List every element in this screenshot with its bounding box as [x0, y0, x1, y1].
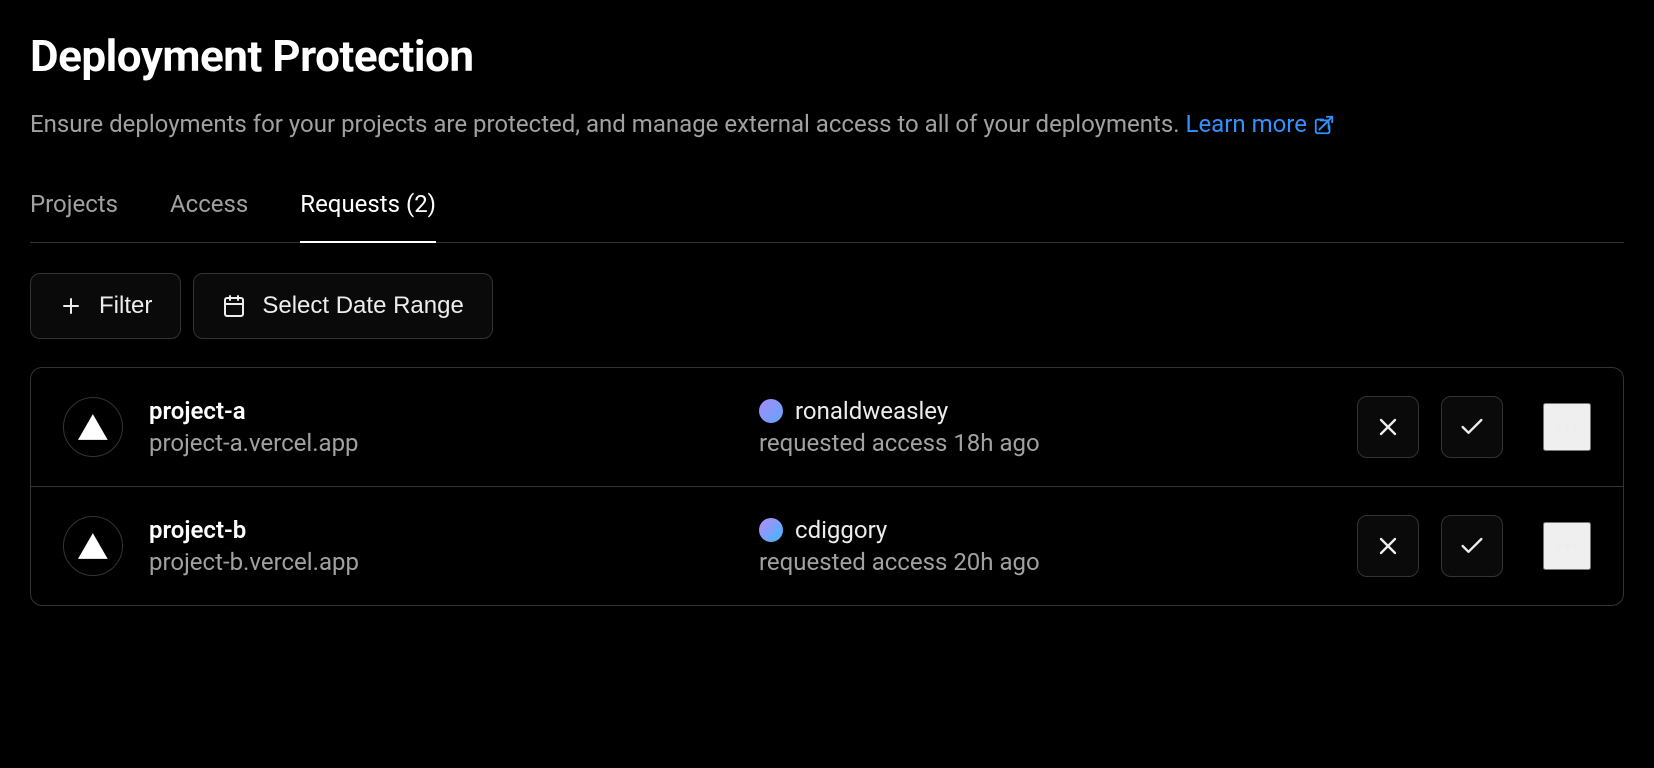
page-title: Deployment Protection	[30, 30, 1624, 82]
learn-more-label: Learn more	[1186, 108, 1307, 142]
filter-label: Filter	[99, 292, 152, 320]
more-button[interactable]	[1543, 403, 1591, 451]
project-url: project-a.vercel.app	[149, 429, 759, 457]
requester-meta: requested access 18h ago	[759, 429, 1357, 457]
request-row: project-a project-a.vercel.app ronaldwea…	[31, 368, 1623, 487]
approve-button[interactable]	[1441, 515, 1503, 577]
requester-info: ronaldweasley requested access 18h ago	[759, 397, 1357, 457]
page-description: Ensure deployments for your projects are…	[30, 108, 1624, 142]
toolbar: Filter Select Date Range	[30, 273, 1624, 339]
more-horizontal-icon	[1553, 532, 1581, 560]
row-actions	[1357, 396, 1591, 458]
more-horizontal-icon	[1553, 413, 1581, 441]
calendar-icon	[222, 294, 246, 318]
deny-button[interactable]	[1357, 515, 1419, 577]
project-name: project-b	[149, 516, 759, 544]
tab-projects[interactable]: Projects	[30, 190, 118, 242]
avatar	[759, 399, 783, 423]
deny-button[interactable]	[1357, 396, 1419, 458]
vercel-triangle-icon	[78, 533, 108, 559]
plus-icon	[59, 294, 83, 318]
project-url: project-b.vercel.app	[149, 548, 759, 576]
requester-name: ronaldweasley	[795, 397, 948, 425]
project-logo	[63, 397, 123, 457]
close-icon	[1374, 532, 1402, 560]
requester-meta: requested access 20h ago	[759, 548, 1357, 576]
tab-access[interactable]: Access	[170, 190, 248, 242]
row-actions	[1357, 515, 1591, 577]
more-button[interactable]	[1543, 522, 1591, 570]
date-range-button[interactable]: Select Date Range	[193, 273, 492, 339]
request-list: project-a project-a.vercel.app ronaldwea…	[30, 367, 1624, 606]
learn-more-link[interactable]: Learn more	[1186, 108, 1335, 142]
requester-name: cdiggory	[795, 516, 887, 544]
project-name: project-a	[149, 397, 759, 425]
project-info: project-b project-b.vercel.app	[149, 516, 759, 576]
tab-bar: Projects Access Requests (2)	[30, 190, 1624, 243]
filter-button[interactable]: Filter	[30, 273, 181, 339]
external-link-icon	[1313, 114, 1335, 136]
project-info: project-a project-a.vercel.app	[149, 397, 759, 457]
vercel-triangle-icon	[78, 414, 108, 440]
check-icon	[1458, 532, 1486, 560]
avatar	[759, 518, 783, 542]
check-icon	[1458, 413, 1486, 441]
date-range-label: Select Date Range	[262, 292, 463, 320]
approve-button[interactable]	[1441, 396, 1503, 458]
page-description-text: Ensure deployments for your projects are…	[30, 110, 1186, 138]
requester-info: cdiggory requested access 20h ago	[759, 516, 1357, 576]
request-row: project-b project-b.vercel.app cdiggory …	[31, 487, 1623, 605]
project-logo	[63, 516, 123, 576]
tab-requests[interactable]: Requests (2)	[300, 190, 436, 242]
close-icon	[1374, 413, 1402, 441]
